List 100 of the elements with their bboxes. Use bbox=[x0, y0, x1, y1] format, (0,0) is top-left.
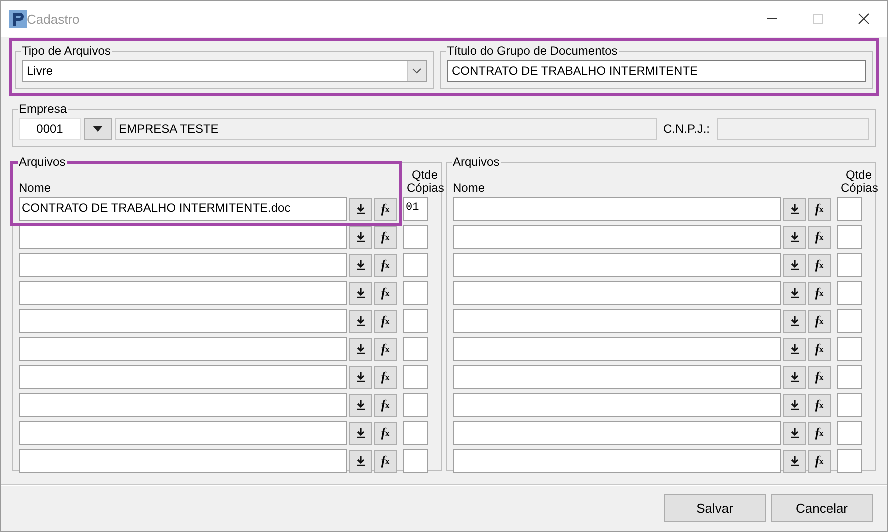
download-icon bbox=[790, 456, 800, 466]
file-name-field[interactable]: CONTRATO DE TRABALHO INTERMITENTE.doc bbox=[19, 197, 347, 221]
file-name-field[interactable] bbox=[19, 253, 347, 277]
download-icon bbox=[356, 428, 366, 438]
download-icon bbox=[790, 316, 800, 326]
close-icon bbox=[858, 13, 870, 25]
download-icon bbox=[356, 372, 366, 382]
cnpj-label: C.N.P.J.: bbox=[664, 122, 710, 136]
file-name-field[interactable] bbox=[19, 309, 347, 333]
copies-field[interactable]: 01 bbox=[403, 197, 428, 221]
file-name-field[interactable] bbox=[19, 449, 347, 473]
column-header: Nome bbox=[19, 181, 52, 195]
copies-field[interactable] bbox=[403, 337, 428, 361]
group-title-field[interactable]: CONTRATO DE TRABALHO INTERMITENTE bbox=[447, 60, 866, 82]
caret-down-icon bbox=[93, 126, 103, 132]
copies-field[interactable] bbox=[837, 309, 862, 333]
download-icon bbox=[356, 260, 366, 270]
group-label: Arquivos bbox=[452, 155, 501, 169]
column-header: Qtde Cópias bbox=[407, 169, 443, 195]
download-icon bbox=[790, 400, 800, 410]
download-icon bbox=[356, 400, 366, 410]
download-button[interactable] bbox=[783, 282, 806, 304]
download-icon bbox=[790, 232, 800, 242]
file-name-field[interactable] bbox=[19, 421, 347, 445]
copies-field[interactable] bbox=[403, 281, 428, 305]
download-icon bbox=[790, 372, 800, 382]
download-button[interactable] bbox=[783, 226, 806, 248]
download-button[interactable] bbox=[349, 394, 372, 416]
download-icon bbox=[790, 288, 800, 298]
dialog-button[interactable]: Salvar bbox=[664, 494, 766, 522]
download-button[interactable] bbox=[349, 338, 372, 360]
copies-field[interactable] bbox=[837, 281, 862, 305]
column-header: Qtde Cópias bbox=[841, 169, 877, 195]
download-button[interactable] bbox=[349, 198, 372, 220]
window-title: Cadastro bbox=[27, 12, 81, 26]
file-name-field[interactable] bbox=[453, 253, 781, 277]
group-label: Empresa bbox=[18, 102, 68, 116]
group-label: Tipo de Arquivos bbox=[21, 44, 112, 58]
file-type-dropdown[interactable]: Livre bbox=[22, 60, 427, 82]
download-button[interactable] bbox=[349, 310, 372, 332]
download-icon bbox=[356, 204, 366, 214]
maximize-icon bbox=[812, 13, 824, 25]
download-button[interactable] bbox=[783, 338, 806, 360]
download-button[interactable] bbox=[349, 450, 372, 472]
copies-field[interactable] bbox=[837, 421, 862, 445]
download-icon bbox=[790, 344, 800, 354]
copies-field[interactable] bbox=[403, 225, 428, 249]
download-button[interactable] bbox=[349, 282, 372, 304]
download-button[interactable] bbox=[783, 450, 806, 472]
file-name-field[interactable] bbox=[453, 365, 781, 389]
download-button[interactable] bbox=[349, 422, 372, 444]
download-icon bbox=[356, 316, 366, 326]
download-button[interactable] bbox=[349, 254, 372, 276]
download-icon bbox=[356, 232, 366, 242]
file-name-field[interactable] bbox=[19, 225, 347, 249]
copies-field[interactable] bbox=[837, 253, 862, 277]
download-button[interactable] bbox=[783, 422, 806, 444]
dropdown-button[interactable] bbox=[84, 118, 112, 140]
file-name-field[interactable] bbox=[19, 393, 347, 417]
download-button[interactable] bbox=[783, 310, 806, 332]
download-button[interactable] bbox=[349, 366, 372, 388]
copies-field[interactable] bbox=[837, 337, 862, 361]
file-name-field[interactable] bbox=[453, 449, 781, 473]
dialog-button[interactable]: Cancelar bbox=[771, 494, 873, 522]
file-name-field[interactable] bbox=[19, 337, 347, 361]
download-icon bbox=[356, 456, 366, 466]
copies-field[interactable] bbox=[837, 197, 862, 221]
file-name-field[interactable] bbox=[453, 421, 781, 445]
file-name-field[interactable] bbox=[453, 393, 781, 417]
company-code-field[interactable]: 0001 bbox=[19, 118, 81, 140]
copies-field[interactable] bbox=[403, 393, 428, 417]
download-button[interactable] bbox=[349, 226, 372, 248]
column-header: Nome bbox=[453, 181, 486, 195]
copies-field[interactable] bbox=[403, 365, 428, 389]
file-name-field[interactable] bbox=[453, 309, 781, 333]
download-icon bbox=[790, 428, 800, 438]
file-name-field[interactable] bbox=[453, 281, 781, 305]
copies-field[interactable] bbox=[837, 225, 862, 249]
company-name-field: EMPRESA TESTE bbox=[115, 118, 657, 140]
download-button[interactable] bbox=[783, 198, 806, 220]
download-button[interactable] bbox=[783, 254, 806, 276]
file-name-field[interactable] bbox=[453, 225, 781, 249]
group-label: Título do Grupo de Documentos bbox=[446, 44, 619, 58]
copies-field[interactable] bbox=[837, 393, 862, 417]
copies-field[interactable] bbox=[403, 309, 428, 333]
file-name-field[interactable] bbox=[453, 197, 781, 221]
chevron-down-icon bbox=[412, 67, 422, 75]
file-name-field[interactable] bbox=[19, 365, 347, 389]
copies-field[interactable] bbox=[837, 449, 862, 473]
file-name-field[interactable] bbox=[19, 281, 347, 305]
copies-field[interactable] bbox=[403, 253, 428, 277]
download-icon bbox=[356, 344, 366, 354]
copies-field[interactable] bbox=[403, 421, 428, 445]
copies-field[interactable] bbox=[837, 365, 862, 389]
file-name-field[interactable] bbox=[453, 337, 781, 361]
app-logo-icon bbox=[9, 10, 27, 28]
download-button[interactable] bbox=[783, 366, 806, 388]
copies-field[interactable] bbox=[403, 449, 428, 473]
download-icon bbox=[790, 260, 800, 270]
download-button[interactable] bbox=[783, 394, 806, 416]
